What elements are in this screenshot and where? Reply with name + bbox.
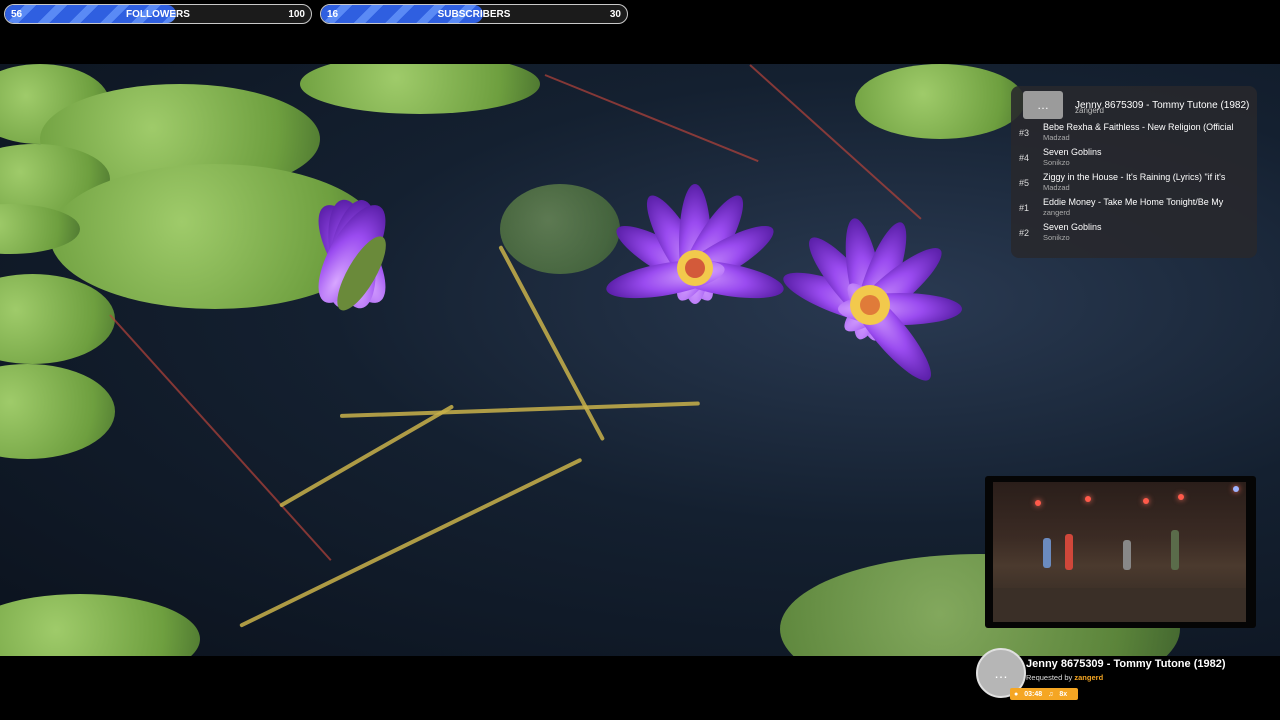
- lotus-flower: [318, 199, 386, 311]
- queue-song-title: Bebe Rexha & Faithless - New Religion (O…: [1043, 122, 1234, 132]
- requested-by-label: Requested by: [1026, 673, 1073, 682]
- band-member: [1171, 530, 1179, 570]
- music-note-icon: ♫: [1048, 690, 1054, 698]
- queue-requester: Sonikzo: [1043, 233, 1070, 242]
- queue-requester: Madzad: [1043, 183, 1070, 192]
- lotus-flower: [606, 184, 784, 304]
- band-member: [1123, 540, 1131, 570]
- band-member: [1043, 538, 1051, 568]
- band-member: [1065, 534, 1073, 570]
- stage-floor: [993, 588, 1246, 622]
- queue-item: #5 Ziggy in the House - It's Raining (Ly…: [1019, 172, 1249, 196]
- song-queue-panel: … Jenny 8675309 - Tommy Tutone (1982) za…: [1011, 86, 1257, 258]
- queue-now-user: zangerd: [1075, 106, 1104, 115]
- subscribers-label: SUBSCRIBERS: [437, 8, 511, 20]
- queue-requester: Madzad: [1043, 133, 1070, 142]
- queue-item: #2 Seven Goblins Sonikzo: [1019, 222, 1249, 246]
- requested-by-user: zangerd: [1074, 673, 1104, 682]
- queue-song-title: Ziggy in the House - It's Raining (Lyric…: [1043, 172, 1226, 182]
- more-horizontal-icon: …: [1023, 91, 1063, 119]
- queue-song-title: Eddie Money - Take Me Home Tonight/Be My: [1043, 197, 1224, 207]
- queue-requester: Sonikzo: [1043, 158, 1070, 167]
- queue-position: #4: [1019, 153, 1030, 163]
- now-playing-meta: ● 03:48 ♫ 8x: [1010, 688, 1078, 700]
- queue-requester: zangerd: [1043, 208, 1071, 217]
- queue-position: #5: [1019, 178, 1030, 188]
- music-video-player[interactable]: [985, 476, 1256, 628]
- followers-target: 100: [288, 8, 305, 20]
- now-playing-requested: Requested by zangerd: [1026, 673, 1103, 682]
- queue-now-playing: … Jenny 8675309 - Tommy Tutone (1982): [1023, 90, 1251, 120]
- queue-position: #2: [1019, 228, 1030, 238]
- queue-song-title: Seven Goblins: [1043, 222, 1102, 232]
- now-playing-time: 03:48: [1024, 690, 1043, 698]
- followers-goal-bar: 56 FOLLOWERS 100: [4, 4, 312, 24]
- now-playing-title: Jenny 8675309 - Tommy Tutone (1982): [1026, 658, 1226, 670]
- subscribers-target: 30: [609, 8, 621, 20]
- stage-light: [1143, 498, 1149, 504]
- queue-song-title: Seven Goblins: [1043, 147, 1102, 157]
- stage-light: [1233, 486, 1239, 492]
- queue-item: #3 Bebe Rexha & Faithless - New Religion…: [1019, 122, 1249, 146]
- queue-position: #1: [1019, 203, 1030, 213]
- subscribers-goal-bar: 16 SUBSCRIBERS 30: [320, 4, 628, 24]
- queue-position: #3: [1019, 128, 1030, 138]
- lotus-flower: [783, 218, 962, 381]
- video-frame: [993, 482, 1246, 622]
- stage-light: [1035, 500, 1041, 506]
- clock-icon: ●: [1014, 690, 1019, 698]
- stage-light: [1085, 496, 1091, 502]
- stage-light: [1178, 494, 1184, 500]
- followers-label: FOLLOWERS: [126, 8, 190, 20]
- queue-item: #1 Eddie Money - Take Me Home Tonight/Be…: [1019, 197, 1249, 221]
- now-playing-volume: 8x: [1059, 690, 1068, 698]
- queue-item: #4 Seven Goblins Sonikzo: [1019, 147, 1249, 171]
